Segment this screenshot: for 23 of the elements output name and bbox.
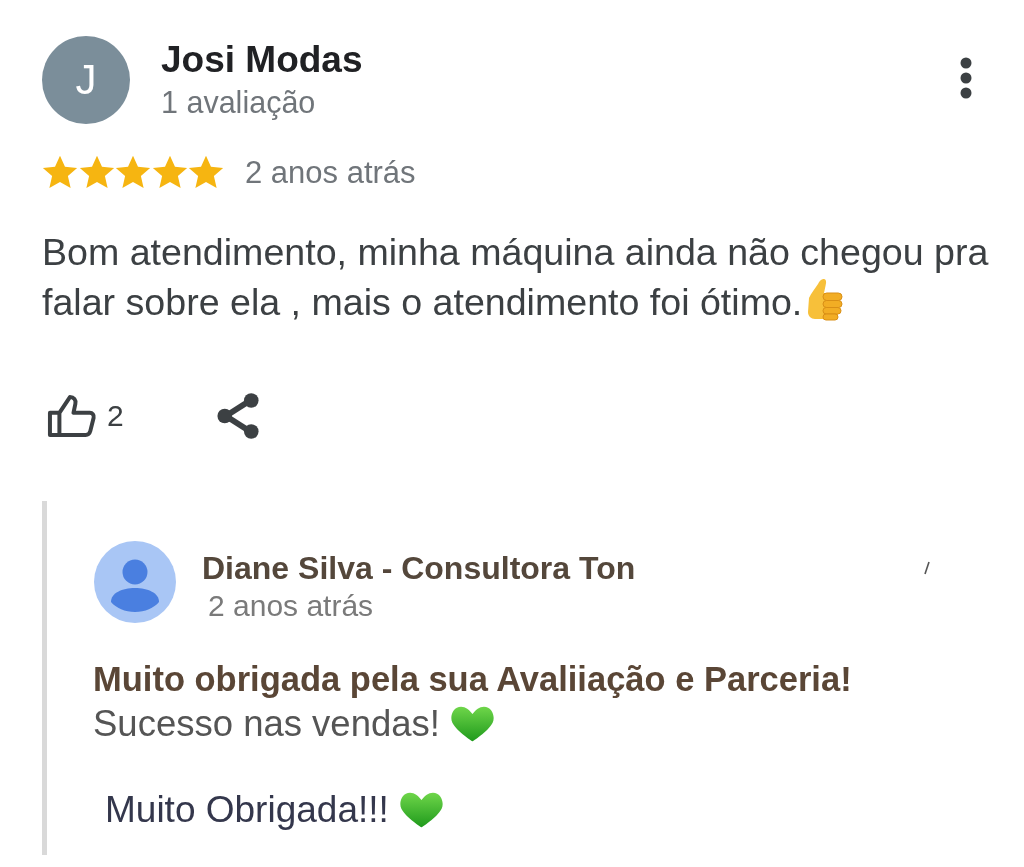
star-icon: [188, 155, 224, 191]
review-time: 2 anos atrás: [245, 155, 416, 191]
star-icon: [151, 155, 188, 191]
reply-message: Muito Obrigada!!!: [105, 787, 389, 832]
reply-title: Muito obrigada pela sua Avaliiação e Parceria!: [93, 658, 852, 699]
share-button[interactable]: [215, 392, 260, 439]
more-vertical-icon: [959, 57, 973, 99]
reply-author: Diane Silva - Consultora Ton: [202, 549, 636, 586]
slash-mark-icon: [924, 560, 930, 575]
review-text: Bom atendimento, minha máquina ainda não chegou pra falar sobre ela , mais o atendimento foi ótimo.: [42, 230, 989, 323]
reply-time: 2 anos atrás: [208, 589, 374, 622]
review-count: 1 avaliação: [161, 84, 316, 122]
thumbs-up-icon: [47, 394, 97, 437]
person-avatar-icon: [94, 540, 176, 623]
reply-message: Sucesso nas vendas!: [93, 701, 440, 746]
reviewer-name: Josi Modas: [161, 38, 363, 82]
avatar-initial: J: [42, 36, 130, 124]
like-button[interactable]: 2: [47, 394, 124, 437]
star-icon: [115, 155, 151, 191]
star-icon: [42, 155, 78, 191]
more-button[interactable]: [959, 57, 973, 99]
share-icon: [215, 392, 260, 439]
star-icon: [78, 155, 115, 191]
